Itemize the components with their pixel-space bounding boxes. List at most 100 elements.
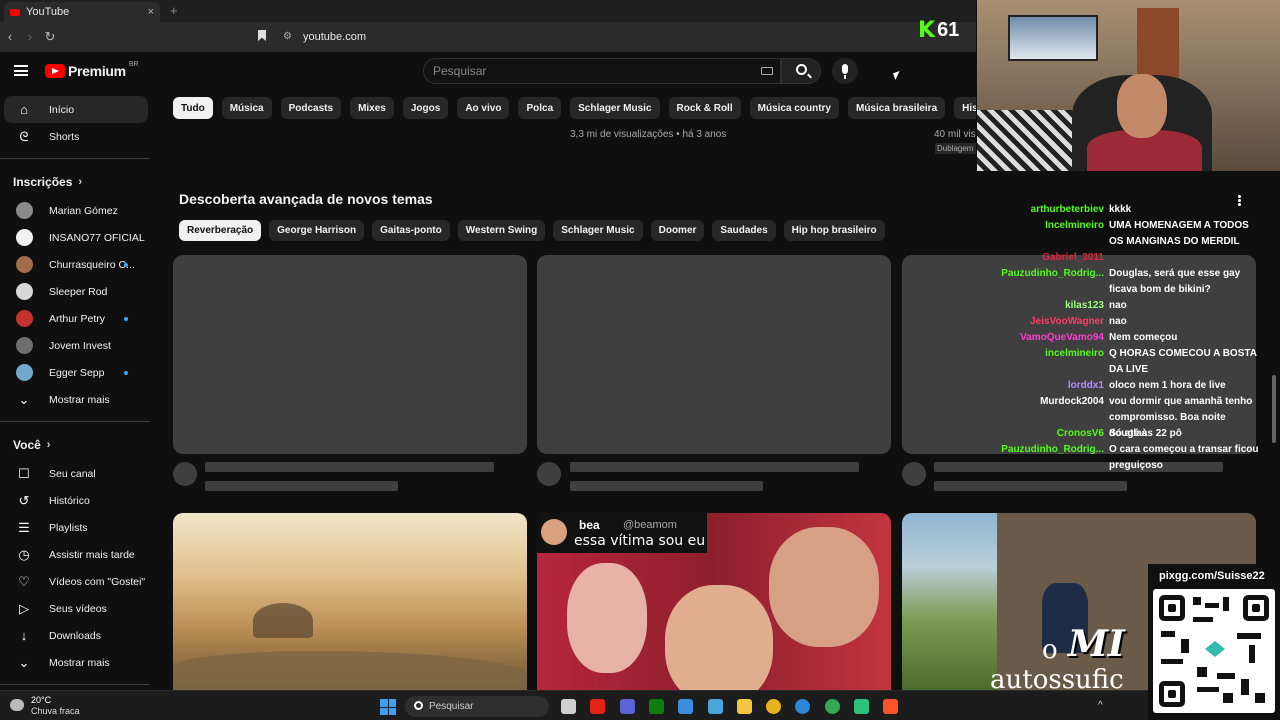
chat-username[interactable]: incelmineiro xyxy=(1000,346,1109,378)
topic-chip[interactable]: Schlager Music xyxy=(553,220,643,241)
you-show-more[interactable]: ⌄ Mostrar mais xyxy=(4,649,148,676)
sidebar-item-playlists[interactable]: ☰ Playlists xyxy=(4,514,148,541)
chat-username[interactable]: Pauzudinho_Rodrig... xyxy=(1000,266,1109,298)
filter-chip[interactable]: Tudo xyxy=(173,97,213,119)
sidebar-item-watch-later[interactable]: ◷ Assistir mais tarde xyxy=(4,541,148,568)
sidebar-item-inicio[interactable]: ⌂ Início xyxy=(4,96,148,123)
filter-chip[interactable]: História xyxy=(954,97,976,119)
tray-chevron-icon[interactable]: ^ xyxy=(1098,700,1103,711)
taskbar-search[interactable]: Pesquisar xyxy=(405,696,549,717)
weather-condition[interactable]: Chuva fraca xyxy=(31,706,80,716)
you-heading[interactable]: Você › xyxy=(0,430,152,460)
video-thumbnail[interactable] xyxy=(173,513,527,691)
chat-username[interactable]: VamoQueVamo94 xyxy=(1000,330,1109,346)
youtube-logo[interactable]: Premium BR xyxy=(45,60,139,79)
painting-shape xyxy=(1008,15,1098,61)
sidebar-item-your-videos[interactable]: ▷ Seus vídeos xyxy=(4,595,148,622)
logo-region: BR xyxy=(128,60,139,68)
sidebar-item-shorts[interactable]: ᘓ Shorts xyxy=(4,123,148,150)
chat-username[interactable]: Gabriel_3011 xyxy=(1000,250,1109,266)
chat-username[interactable]: arthurbeterbiev xyxy=(1000,202,1109,218)
video-thumbnail[interactable]: bea @beamom essa vítima sou eu xyxy=(537,513,891,691)
youtube-app-icon[interactable] xyxy=(590,699,606,714)
chrome3-icon[interactable] xyxy=(824,699,840,714)
chat-message: incelmineiro Q HORAS COMECOU A BOSTA DA L… xyxy=(1000,346,1263,378)
topic-chip[interactable]: Doomer xyxy=(650,220,705,241)
subscriptions-show-more[interactable]: ⌄ Mostrar mais xyxy=(4,386,148,413)
sidebar-item-subscription[interactable]: Egger Sepp xyxy=(4,359,148,386)
sidebar-item-channel[interactable]: ☐ Seu canal xyxy=(4,460,148,487)
vpn-icon[interactable] xyxy=(619,699,635,714)
voice-search-button[interactable] xyxy=(832,58,858,84)
filter-chip[interactable]: Música country xyxy=(749,97,839,119)
new-tab-icon[interactable]: + xyxy=(170,3,178,18)
weather-icon[interactable] xyxy=(10,699,24,711)
bookmark-icon[interactable] xyxy=(258,30,266,41)
search-input[interactable]: Pesquisar xyxy=(423,58,781,84)
back-icon[interactable]: ‹ xyxy=(0,29,20,44)
topic-chip[interactable]: Gaitas-ponto xyxy=(372,220,450,241)
chat-scrollbar[interactable] xyxy=(1272,375,1276,443)
weather-temp[interactable]: 20°C xyxy=(31,695,51,705)
home-icon: ⌂ xyxy=(20,102,28,117)
filter-chip[interactable]: Schlager Music xyxy=(570,97,660,119)
filter-chip[interactable]: Rock & Roll xyxy=(668,97,741,119)
topic-chip[interactable]: Saudades xyxy=(712,220,776,241)
windows-start-icon[interactable] xyxy=(380,699,396,715)
sidebar-item-subscription[interactable]: Sleeper Rod xyxy=(4,278,148,305)
sidebar-item-subscription[interactable]: Arthur Petry xyxy=(4,305,148,332)
chat-username[interactable]: CronosV6 xyxy=(1000,426,1109,442)
address-bar: ‹ › ↻ ⚙ youtube.com xyxy=(0,22,976,52)
kick-logo-icon: K xyxy=(918,18,936,43)
sidebar-item-like[interactable]: ♡ Vídeos com "Gostei" xyxy=(4,568,148,595)
chrome2-icon[interactable] xyxy=(795,699,811,714)
chat-username[interactable]: lorddx1 xyxy=(1000,378,1109,394)
folder-icon[interactable] xyxy=(736,699,752,714)
android-studio-icon[interactable] xyxy=(854,699,869,714)
file-icon[interactable] xyxy=(561,699,576,714)
video-meta: 3,3 mi de visualizações • há 3 anos xyxy=(570,129,727,140)
topic-chip[interactable]: Western Swing xyxy=(457,220,546,241)
subscriptions-heading[interactable]: Inscrições › xyxy=(0,167,152,197)
filter-chip[interactable]: Mixes xyxy=(350,97,394,119)
topic-chip[interactable]: Hip hop brasileiro xyxy=(783,220,885,241)
photos-icon[interactable] xyxy=(707,699,723,714)
sidebar-item-subscription[interactable]: Jovem Invest xyxy=(4,332,148,359)
notes-icon[interactable] xyxy=(678,699,694,714)
sidebar-item-subscription[interactable]: Marian Gómez xyxy=(4,197,148,224)
filter-chip[interactable]: Podcasts xyxy=(280,97,342,119)
sidebar-item-label: INSANO77 OFICIAL xyxy=(49,231,145,244)
chat-username[interactable]: Incelmineiro xyxy=(1000,218,1109,250)
sidebar-item-download[interactable]: ↓ Downloads xyxy=(4,622,148,649)
keyboard-icon[interactable] xyxy=(761,67,773,75)
reload-icon[interactable]: ↻ xyxy=(40,29,60,45)
chat-username[interactable]: kilas123 xyxy=(1000,298,1109,314)
search-icon xyxy=(796,64,807,75)
person-shape xyxy=(769,527,879,647)
topic-chip[interactable]: George Harrison xyxy=(269,220,365,241)
sidebar-item-history[interactable]: ↺ Histórico xyxy=(4,487,148,514)
filter-chip[interactable]: Jogos xyxy=(402,97,449,119)
close-tab-icon[interactable]: × xyxy=(148,6,154,18)
filter-chip[interactable]: Polca xyxy=(518,97,562,119)
url-field[interactable]: youtube.com xyxy=(303,31,366,43)
brave-icon[interactable] xyxy=(883,699,899,714)
chat-message: arthurbeterbiev kkkk xyxy=(1000,202,1263,218)
forward-icon[interactable]: › xyxy=(20,29,40,44)
chat-text: nao xyxy=(1109,316,1127,327)
filter-chip[interactable]: Música brasileira xyxy=(847,97,946,119)
chrome-icon[interactable] xyxy=(766,699,782,714)
browser-tab[interactable]: YouTube × xyxy=(4,2,160,22)
chat-username[interactable]: JeisVooWagner xyxy=(1000,314,1109,330)
menu-icon[interactable] xyxy=(14,65,28,76)
search-button[interactable] xyxy=(781,58,821,84)
site-info-icon[interactable]: ⚙ xyxy=(283,31,292,42)
chat-username[interactable]: Pauzudinho_Rodrig... xyxy=(1000,442,1109,474)
sidebar-item-subscription[interactable]: Churrasqueiro C... xyxy=(4,251,148,278)
filter-chip[interactable]: Ao vivo xyxy=(457,97,510,119)
filter-chip[interactable]: Música xyxy=(221,97,272,119)
topic-chip[interactable]: Reverberação xyxy=(179,220,262,241)
sidebar-item-subscription[interactable]: INSANO77 OFICIAL xyxy=(4,224,148,251)
xbox-icon[interactable] xyxy=(648,699,664,714)
avatar xyxy=(16,310,33,327)
